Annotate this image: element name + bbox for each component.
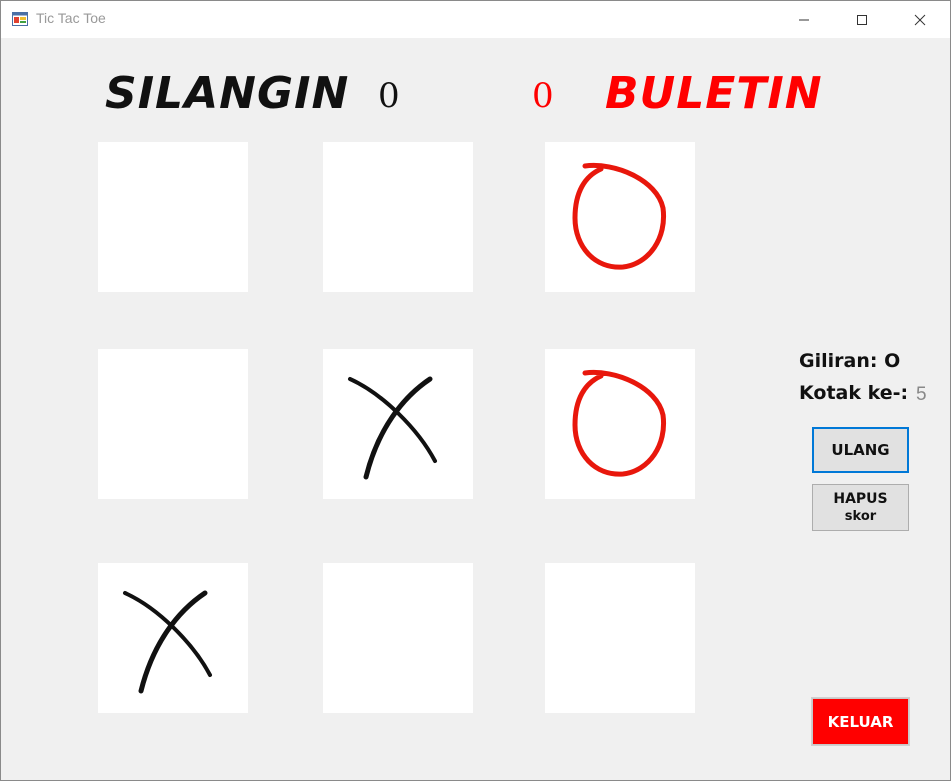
- clear-score-button[interactable]: HAPUS skor: [812, 484, 909, 531]
- board-cell-5[interactable]: [323, 349, 473, 499]
- game-area: SILANGIN 0 0 BULETIN Giliran: O Kotak ke…: [1, 38, 950, 780]
- x-mark: [123, 590, 212, 694]
- exit-button[interactable]: KELUAR: [811, 697, 910, 746]
- close-icon: [914, 14, 926, 25]
- maximize-icon: [857, 14, 867, 25]
- board-cell-8[interactable]: [323, 563, 473, 713]
- box-number-value: 5: [916, 384, 927, 405]
- board-cell-1[interactable]: [98, 142, 248, 292]
- board-cell-2[interactable]: [323, 142, 473, 292]
- close-button[interactable]: [897, 1, 943, 38]
- clear-score-sublabel: skor: [844, 508, 877, 524]
- board-cell-4[interactable]: [98, 349, 248, 499]
- exit-button-label: KELUAR: [827, 712, 894, 731]
- box-number-label: Kotak ke-:: [799, 382, 909, 404]
- title-bar[interactable]: Tic Tac Toe: [1, 1, 950, 38]
- player-o-score: 0: [532, 76, 554, 116]
- minimize-icon: [799, 19, 809, 20]
- maximize-button[interactable]: [839, 1, 885, 38]
- player-x-name: SILANGIN: [105, 68, 350, 119]
- x-mark: [348, 376, 437, 480]
- turn-indicator: Giliran: O: [799, 350, 901, 372]
- window-title: Tic Tac Toe: [36, 10, 106, 26]
- player-o-name: BULETIN: [605, 68, 823, 119]
- board-cell-6[interactable]: [545, 349, 695, 499]
- o-mark: [572, 369, 667, 477]
- app-window-icon: [12, 12, 28, 26]
- game-window: Tic Tac Toe SILANGIN 0 0 BULETIN Giliran…: [0, 0, 951, 781]
- minimize-button[interactable]: [781, 1, 827, 38]
- player-x-score: 0: [378, 76, 400, 116]
- board-cell-7[interactable]: [98, 563, 248, 713]
- reset-button[interactable]: ULANG: [812, 427, 909, 473]
- reset-button-label: ULANG: [831, 441, 890, 459]
- board-cell-3[interactable]: [545, 142, 695, 292]
- o-mark: [572, 162, 667, 270]
- clear-score-label: HAPUS: [833, 490, 888, 507]
- board-cell-9[interactable]: [545, 563, 695, 713]
